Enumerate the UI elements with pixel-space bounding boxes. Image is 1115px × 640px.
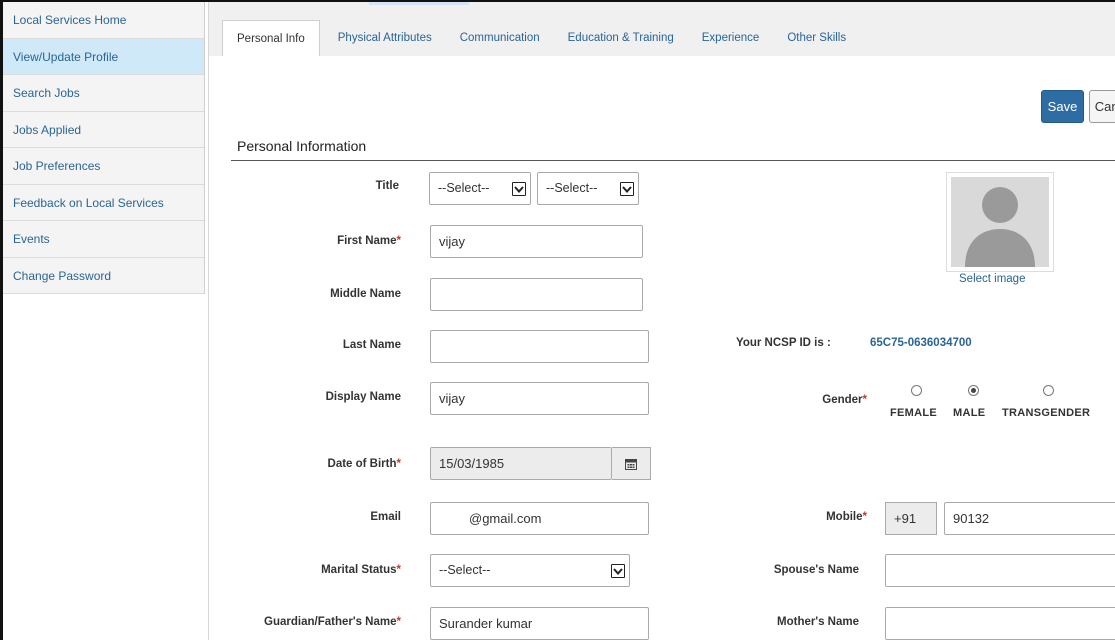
required-mark: *: [396, 564, 401, 576]
sidebar: Local Services Home View/Update Profile …: [3, 2, 205, 294]
first-name-field[interactable]: vijay: [430, 225, 643, 258]
chevron-down-icon: [512, 182, 526, 196]
mobile-label: Mobile*: [799, 511, 867, 523]
tab-personal-info[interactable]: Personal Info: [222, 20, 320, 57]
marital-status-label: Marital Status*: [289, 564, 401, 576]
title-select-2[interactable]: --Select--: [537, 172, 639, 205]
top-accent-bar: [369, 2, 469, 5]
marital-status-select[interactable]: --Select--: [430, 554, 630, 587]
cancel-button[interactable]: Cancel: [1089, 90, 1115, 123]
chevron-down-icon: [620, 182, 634, 196]
avatar[interactable]: [946, 172, 1054, 272]
sidebar-item-feedback[interactable]: Feedback on Local Services: [3, 184, 204, 221]
required-mark: *: [862, 511, 867, 523]
spouse-name-field[interactable]: [885, 554, 1115, 587]
mobile-country-code: +91: [885, 502, 937, 535]
middle-name-label: Middle Name: [330, 288, 401, 300]
gender-transgender-radio[interactable]: [1043, 385, 1054, 396]
ncsp-id-label: Your NCSP ID is :: [736, 337, 831, 349]
tab-physical-attributes[interactable]: Physical Attributes: [324, 20, 446, 57]
gender-female-radio[interactable]: [911, 385, 922, 396]
gender-male-label: MALE: [953, 407, 986, 419]
tab-strip: Personal Info Physical Attributes Commun…: [222, 20, 860, 57]
marital-status-value: --Select--: [439, 563, 491, 577]
section-title: Personal Information: [237, 138, 367, 154]
title-select-1-value: --Select--: [438, 181, 490, 195]
gender-transgender-label: TRANSGENDER: [1002, 407, 1091, 419]
save-button[interactable]: Save: [1041, 90, 1084, 123]
dob-label-text: Date of Birth: [327, 458, 397, 470]
tab-experience[interactable]: Experience: [688, 20, 774, 57]
last-name-label: Last Name: [342, 339, 401, 351]
title-select-1[interactable]: --Select--: [429, 172, 531, 205]
required-mark: *: [396, 458, 401, 470]
required-mark: *: [396, 616, 401, 628]
calendar-button[interactable]: [612, 447, 651, 480]
mother-name-label: Mother's Name: [777, 616, 859, 628]
sidebar-item-change-password[interactable]: Change Password: [3, 257, 204, 294]
guardian-name-field[interactable]: Surander kumar: [430, 607, 649, 640]
sidebar-item-job-preferences[interactable]: Job Preferences: [3, 148, 204, 185]
last-name-field[interactable]: [430, 330, 649, 363]
display-name-label: Display Name: [325, 391, 401, 403]
gender-label-text: Gender: [822, 394, 863, 406]
display-name-field[interactable]: vijay: [430, 382, 649, 415]
guardian-name-label: Guardian/Father's Name*: [249, 616, 401, 628]
gender-female-label: FEMALE: [890, 407, 938, 419]
sidebar-item-view-update-profile[interactable]: View/Update Profile: [3, 38, 204, 75]
dob-label: Date of Birth*: [289, 458, 401, 470]
first-name-label: First Name*: [289, 235, 401, 247]
select-image-link[interactable]: Select image: [959, 273, 1025, 285]
tab-education-training[interactable]: Education & Training: [554, 20, 688, 57]
mobile-field[interactable]: 90132: [944, 502, 1115, 535]
ncsp-id-value: 65C75-0636034700: [870, 337, 972, 349]
required-mark: *: [862, 394, 867, 406]
title-label: Title: [375, 180, 399, 192]
email-field[interactable]: @gmail.com: [430, 502, 649, 535]
sidebar-item-events[interactable]: Events: [3, 221, 204, 258]
title-select-2-value: --Select--: [546, 181, 598, 195]
tab-communication[interactable]: Communication: [446, 20, 554, 57]
first-name-label-text: First Name: [337, 235, 397, 247]
mobile-label-text: Mobile: [826, 511, 863, 523]
app-frame: Local Services Home View/Update Profile …: [0, 0, 1115, 640]
gender-label: Gender*: [799, 394, 867, 406]
dob-field[interactable]: 15/03/1985: [430, 447, 612, 480]
spouse-name-label: Spouse's Name: [773, 564, 859, 576]
email-label: Email: [370, 511, 401, 523]
required-mark: *: [396, 235, 401, 247]
chevron-down-icon: [611, 564, 625, 578]
mother-name-field[interactable]: [885, 607, 1115, 640]
calendar-icon: [625, 458, 637, 470]
section-divider: [231, 160, 1115, 161]
middle-name-field[interactable]: [430, 278, 643, 311]
tab-other-skills[interactable]: Other Skills: [773, 20, 860, 57]
user-silhouette-icon: [951, 177, 1049, 267]
sidebar-item-local-services-home[interactable]: Local Services Home: [3, 2, 204, 39]
sidebar-item-jobs-applied[interactable]: Jobs Applied: [3, 111, 204, 148]
sidebar-item-search-jobs[interactable]: Search Jobs: [3, 75, 204, 112]
marital-status-label-text: Marital Status: [321, 564, 397, 576]
guardian-name-label-text: Guardian/Father's Name: [264, 616, 397, 628]
main-panel: Personal Info Physical Attributes Commun…: [208, 2, 1115, 640]
tab-content: Save Cancel Personal Information Title -…: [208, 56, 1115, 640]
gender-male-radio[interactable]: [968, 385, 979, 396]
